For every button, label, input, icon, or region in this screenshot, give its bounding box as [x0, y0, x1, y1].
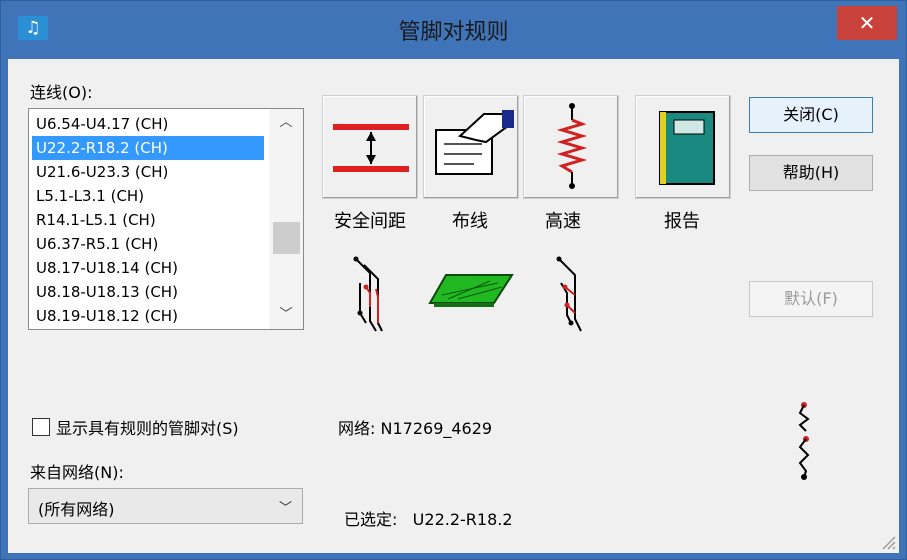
show-rules-label[interactable]: 显示具有规则的管脚对(S): [56, 415, 239, 439]
list-item[interactable]: U8.17-U18.14 (CH): [32, 256, 264, 280]
high-speed-label: 高速: [545, 211, 581, 232]
close-button[interactable]: 关闭(C): [749, 97, 873, 133]
clearance-button[interactable]: [322, 95, 418, 199]
selected-value: U22.2-R18.2: [412, 510, 513, 529]
list-item[interactable]: R14.1-L5.1 (CH): [32, 208, 264, 232]
from-net-dropdown[interactable]: (所有网络) ﹀: [28, 488, 303, 524]
net-value: N17269_4629: [380, 419, 493, 438]
routing-label: 布线: [452, 211, 488, 232]
selected-info: 已选定: U22.2-R18.2: [344, 506, 513, 530]
list-item[interactable]: U8.19-U18.12 (CH): [32, 304, 264, 328]
resize-grip-icon[interactable]: [879, 533, 897, 551]
list-item[interactable]: U8.18-U18.13 (CH): [32, 280, 264, 304]
net-info: 网络: N17269_4629: [338, 415, 492, 439]
chevron-down-icon: ﹀: [278, 501, 292, 516]
list-item[interactable]: U21.6-U23.3 (CH): [32, 160, 264, 184]
from-net-value: (所有网络): [38, 500, 115, 519]
report-button[interactable]: [635, 95, 731, 199]
close-window-button[interactable]: ✕: [837, 6, 897, 40]
scroll-thumb[interactable]: [273, 222, 300, 254]
connections-listbox[interactable]: U6.54-U4.17 (CH) U22.2-R18.2 (CH) U21.6-U2…: [28, 108, 304, 330]
dialog-window: ♫ 管脚对规则 ✕ 连线(O): U6.54-U4.17 (CH) U22.2-R…: [0, 0, 907, 560]
report-label: 报告: [664, 211, 700, 232]
selected-label: 已选定:: [344, 510, 398, 529]
routing-hand-icon: [435, 110, 514, 175]
net-label: 网络:: [338, 419, 376, 438]
from-net-label: 来自网络(N):: [30, 463, 124, 482]
list-item[interactable]: U6.37-R5.1 (CH): [32, 232, 264, 256]
clearance-label: 安全间距: [334, 211, 406, 232]
list-item[interactable]: U22.2-R18.2 (CH): [32, 136, 264, 160]
default-button[interactable]: 默认(F): [749, 281, 873, 317]
routing-button[interactable]: [423, 95, 519, 199]
scroll-up-button[interactable]: ︿: [269, 109, 303, 137]
title-bar[interactable]: ♫ 管脚对规则 ✕: [1, 1, 906, 57]
high-speed-icon: [556, 103, 588, 189]
scroll-down-button[interactable]: ﹀: [269, 301, 303, 329]
pcb-board-icon[interactable]: [428, 271, 514, 311]
help-button[interactable]: 帮助(H): [749, 155, 873, 191]
list-scrollbar[interactable]: ︿ ﹀: [269, 109, 303, 329]
clearance-icon: [333, 124, 409, 172]
show-rules-checkbox[interactable]: [32, 418, 50, 436]
show-rules-row: 显示具有规则的管脚对(S): [32, 415, 239, 439]
connections-list: U6.54-U4.17 (CH) U22.2-R18.2 (CH) U21.6-U2…: [32, 112, 264, 328]
list-item[interactable]: L5.1-L3.1 (CH): [32, 184, 264, 208]
list-item[interactable]: U6.54-U4.17 (CH): [32, 112, 264, 136]
window-title: 管脚对规则: [398, 20, 509, 45]
matched-length-icon[interactable]: [553, 253, 593, 337]
connections-label: 连线(O):: [30, 83, 93, 102]
pin-pair-chain-icon: [798, 402, 810, 480]
high-speed-button[interactable]: [523, 95, 619, 199]
dialog-body: 连线(O): U6.54-U4.17 (CH) U22.2-R18.2 (CH) U…: [8, 59, 899, 553]
report-book-icon: [659, 111, 715, 185]
differential-pair-icon[interactable]: [350, 253, 390, 337]
